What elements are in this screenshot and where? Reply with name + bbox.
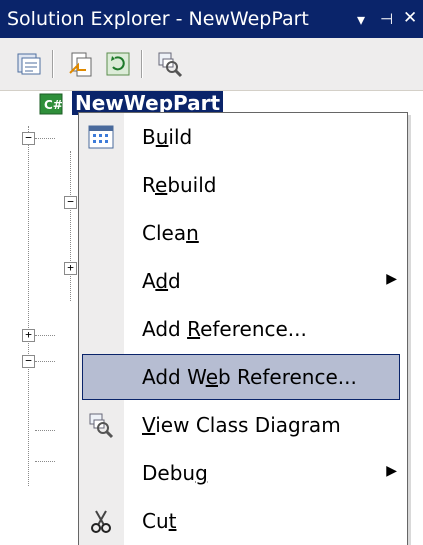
build-icon xyxy=(86,123,116,151)
pin-icon[interactable]: ⊣ xyxy=(380,10,393,28)
submenu-arrow-icon: ▶ xyxy=(386,271,397,287)
menu-item-label: Clean xyxy=(142,221,199,245)
menu-item-label: Add Web Reference... xyxy=(142,365,357,389)
menu-item-label: Rebuild xyxy=(142,173,217,197)
menu-item-label: Debug xyxy=(142,461,208,485)
menu-item-add-web-reference[interactable]: Add Web Reference... xyxy=(79,353,407,401)
collapse-toggle[interactable]: − xyxy=(22,132,35,145)
csharp-project-icon: C# xyxy=(36,92,66,116)
menu-item-cut[interactable]: Cut xyxy=(79,497,407,545)
menu-item-debug[interactable]: Debug ▶ xyxy=(79,449,407,497)
context-menu: Build Rebuild Clean Add ▶ Add Reference.… xyxy=(78,112,408,545)
menu-item-view-class-diagram[interactable]: View Class Diagram xyxy=(79,401,407,449)
toolbar xyxy=(0,38,423,91)
menu-item-build[interactable]: Build xyxy=(79,113,407,161)
menu-item-label: Add Reference... xyxy=(142,317,307,341)
menu-item-rebuild[interactable]: Rebuild xyxy=(79,161,407,209)
show-all-files-icon[interactable] xyxy=(66,49,96,79)
menu-item-add[interactable]: Add ▶ xyxy=(79,257,407,305)
close-icon[interactable]: ✕ xyxy=(403,8,417,28)
menu-item-clean[interactable]: Clean xyxy=(79,209,407,257)
expand-toggle[interactable]: + xyxy=(64,262,77,275)
class-diagram-icon xyxy=(86,411,116,439)
window-title: Solution Explorer - NewWepPart xyxy=(7,8,309,30)
properties-icon[interactable] xyxy=(13,49,43,79)
menu-item-label: Add xyxy=(142,269,181,293)
menu-item-label: View Class Diagram xyxy=(142,413,341,437)
title-bar: Solution Explorer - NewWepPart ▾ ⊣ ✕ xyxy=(0,0,423,38)
menu-item-add-reference[interactable]: Add Reference... xyxy=(79,305,407,353)
collapse-toggle[interactable]: − xyxy=(64,196,77,209)
svg-text:C#: C# xyxy=(44,98,63,112)
scissors-icon xyxy=(86,507,116,535)
dropdown-arrow-icon[interactable]: ▾ xyxy=(357,10,365,29)
view-class-diagram-icon[interactable] xyxy=(155,49,185,79)
refresh-icon[interactable] xyxy=(103,49,133,79)
submenu-arrow-icon: ▶ xyxy=(386,463,397,479)
collapse-toggle[interactable]: − xyxy=(22,355,35,368)
menu-item-label: Cut xyxy=(142,509,177,533)
menu-item-label: Build xyxy=(142,125,193,149)
expand-toggle[interactable]: + xyxy=(22,329,35,342)
